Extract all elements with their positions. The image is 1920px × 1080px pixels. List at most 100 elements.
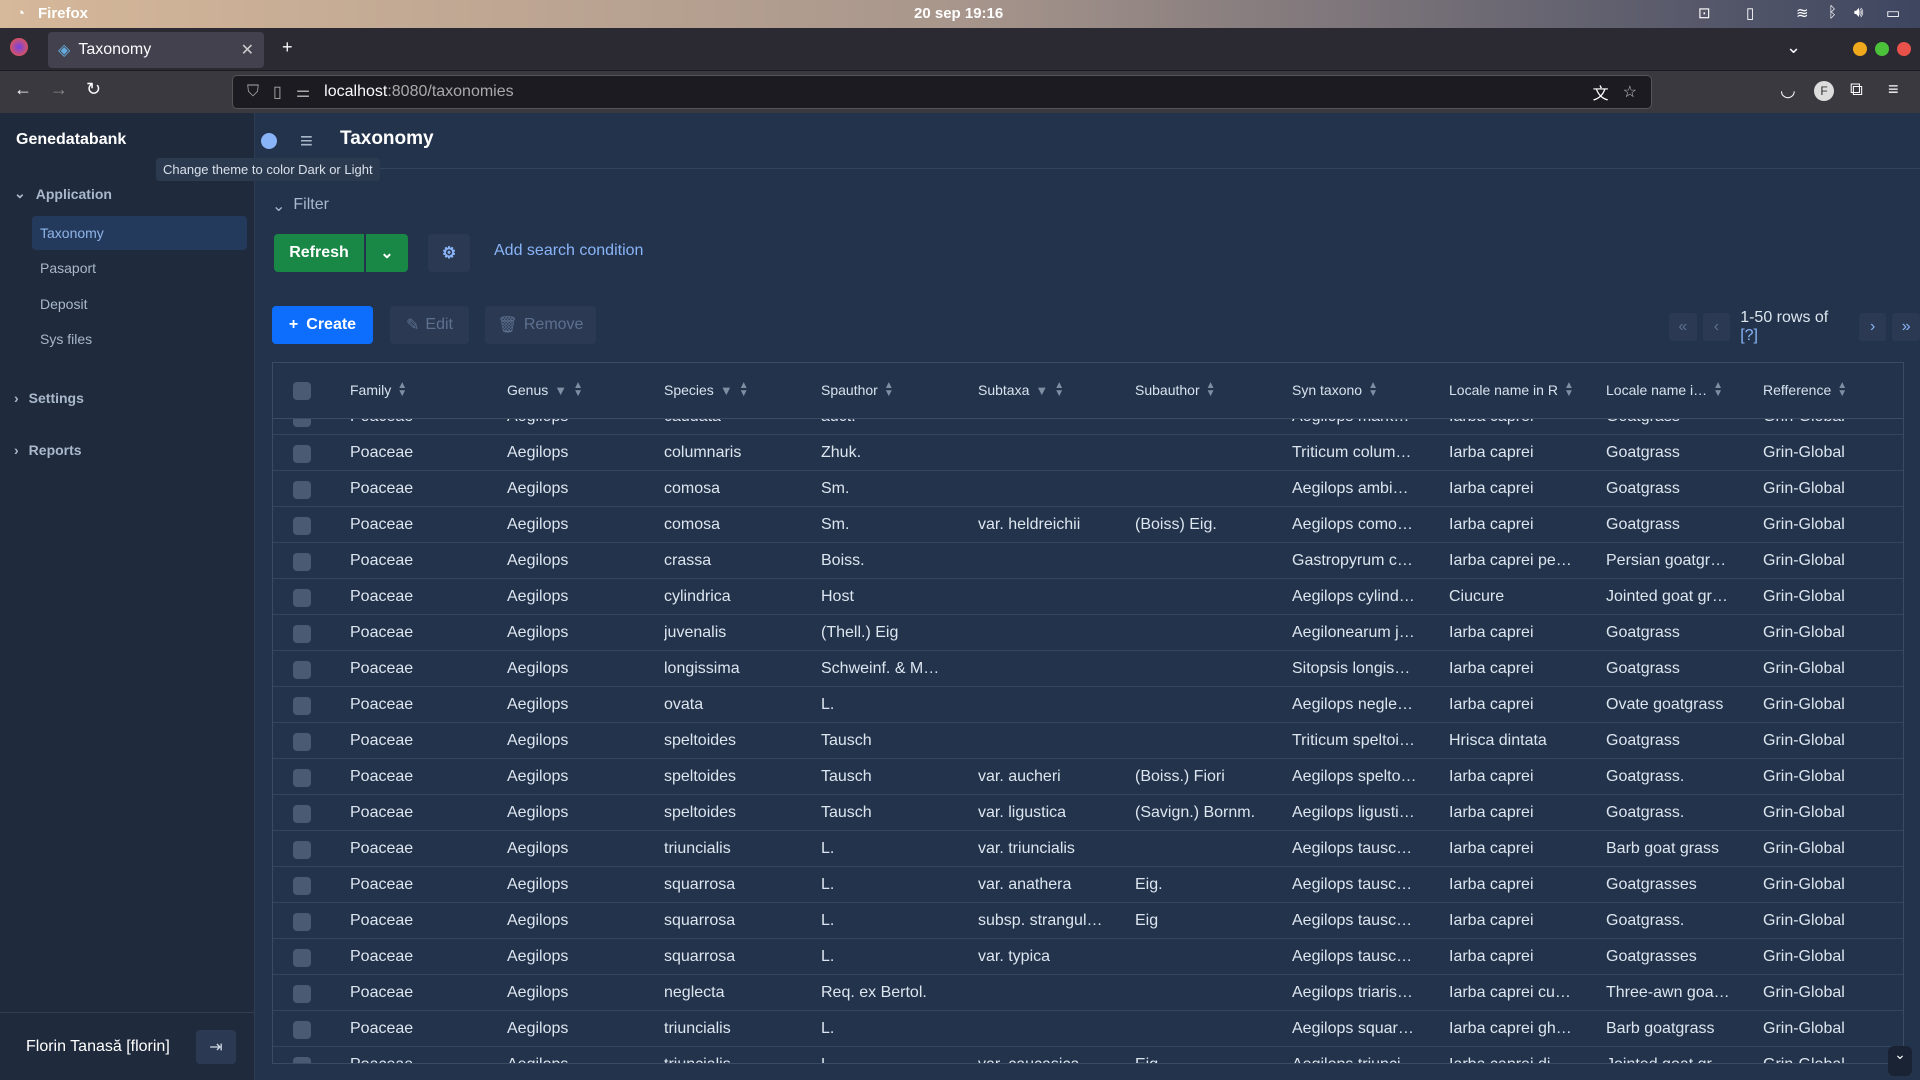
sort-icon[interactable]: ▲ ▼: [1054, 381, 1064, 399]
clipboard-icon[interactable]: ▯: [1746, 4, 1754, 22]
sort-icon[interactable]: ▲ ▼: [1837, 381, 1847, 399]
table-row[interactable]: Poaceae Aegilops speltoides Tausch var. auch…: [273, 759, 1903, 795]
row-checkbox[interactable]: [293, 697, 311, 715]
sort-icon[interactable]: ▲ ▼: [397, 381, 407, 399]
table-row[interactable]: Poaceae Aegilops squarrosa L. var. typica Aeg…: [273, 939, 1903, 975]
column-header[interactable]: Species ▼ ▲ ▼: [664, 363, 749, 417]
maximize-window-button[interactable]: [1875, 42, 1889, 56]
row-checkbox[interactable]: [293, 661, 311, 679]
filter-icon[interactable]: ▼: [720, 383, 733, 398]
row-checkbox[interactable]: [293, 913, 311, 931]
sort-icon[interactable]: ▲ ▼: [1368, 381, 1378, 399]
close-window-button[interactable]: [1897, 42, 1911, 56]
row-checkbox[interactable]: [293, 625, 311, 643]
theme-toggle-button[interactable]: [261, 133, 277, 149]
select-all-checkbox[interactable]: [293, 382, 311, 400]
sidebar-section-settings[interactable]: › Settings: [14, 390, 84, 406]
row-checkbox[interactable]: [293, 517, 311, 535]
sidebar-item-sys-files[interactable]: Sys files: [32, 322, 247, 356]
battery-icon[interactable]: ▭: [1886, 4, 1900, 22]
sort-icon[interactable]: ▲ ▼: [739, 381, 749, 399]
sidebar-item-taxonomy[interactable]: Taxonomy: [32, 216, 247, 250]
table-row[interactable]: Poaceae Aegilops squarrosa L. subsp. strangu…: [273, 903, 1903, 939]
tab-list-chevron-icon[interactable]: ⌄: [1786, 37, 1801, 58]
menu-toggle-icon[interactable]: ≡: [300, 128, 313, 154]
table-row[interactable]: Poaceae Aegilops triuncialis L. Aegilops squ…: [273, 1011, 1903, 1047]
firefox-menu-icon[interactable]: [10, 38, 28, 56]
terminal-icon[interactable]: ⊡: [1698, 4, 1711, 22]
new-tab-icon[interactable]: +: [282, 37, 293, 58]
sort-icon[interactable]: ▲ ▼: [1206, 381, 1216, 399]
column-header[interactable]: Genus ▼ ▲ ▼: [507, 363, 583, 417]
table-row[interactable]: Poaceae Aegilops cylindrica Host Aegilops cy…: [273, 579, 1903, 615]
sidebar-item-deposit[interactable]: Deposit: [32, 287, 247, 321]
bookmark-star-icon[interactable]: ☆: [1623, 82, 1637, 102]
sort-icon[interactable]: ▲ ▼: [1564, 381, 1574, 399]
shield-icon[interactable]: ⛉: [247, 83, 259, 101]
table-row[interactable]: Poaceae Aegilops squarrosa L. var. anathera E…: [273, 867, 1903, 903]
column-header[interactable]: Subtaxa ▼ ▲ ▼: [978, 363, 1064, 417]
column-header[interactable]: Syn taxono ▲ ▼: [1292, 363, 1378, 417]
row-checkbox[interactable]: [293, 733, 311, 751]
url-text[interactable]: localhost:8080/taxonomies: [324, 83, 513, 101]
settings-button[interactable]: ⚙: [428, 234, 470, 272]
row-checkbox[interactable]: [293, 589, 311, 607]
sidebar-item-pasaport[interactable]: Pasaport: [32, 251, 247, 285]
extensions-icon[interactable]: ⧉: [1850, 79, 1863, 100]
filter-icon[interactable]: ▼: [1035, 383, 1048, 398]
table-row[interactable]: Poaceae Aegilops comosa Sm. Aegilops ambi… Ia…: [273, 471, 1903, 507]
row-checkbox[interactable]: [293, 841, 311, 859]
table-row[interactable]: Poaceae Aegilops ovata L. Aegilops negle… Iar…: [273, 687, 1903, 723]
bluetooth-icon[interactable]: ᛒ: [1828, 4, 1837, 21]
permissions-icon[interactable]: ⚌: [296, 82, 310, 102]
table-row[interactable]: Poaceae Aegilops speltoides Tausch var. ligu…: [273, 795, 1903, 831]
add-search-condition-link[interactable]: Add search condition: [494, 242, 643, 260]
filter-icon[interactable]: ▼: [554, 383, 567, 398]
sort-icon[interactable]: ▲ ▼: [573, 381, 583, 399]
table-row[interactable]: Poaceae Aegilops triuncialis L. var. caucasi…: [273, 1047, 1903, 1063]
first-page-button[interactable]: «: [1669, 313, 1697, 341]
hamburger-menu-icon[interactable]: ≡: [1888, 79, 1899, 100]
sort-icon[interactable]: ▲ ▼: [884, 381, 894, 399]
sort-icon[interactable]: ▲ ▼: [1713, 381, 1723, 399]
volume-icon[interactable]: 🔊︎: [1854, 4, 1863, 21]
table-body[interactable]: Poaceae Aegilops caudata auct. Aegilops mark…: [273, 419, 1903, 1063]
edit-button[interactable]: ✎ Edit: [390, 306, 469, 344]
refresh-button[interactable]: Refresh: [274, 234, 364, 272]
table-row[interactable]: Poaceae Aegilops neglecta Req. ex Bertol. Ae…: [273, 975, 1903, 1011]
column-header[interactable]: Locale name i… ▲ ▼: [1606, 363, 1723, 417]
table-row[interactable]: Poaceae Aegilops longissima Schweinf. & M… S…: [273, 651, 1903, 687]
table-row[interactable]: Poaceae Aegilops juvenalis (Thell.) Eig Aegi…: [273, 615, 1903, 651]
row-checkbox[interactable]: [293, 445, 311, 463]
column-header[interactable]: Locale name in R ▲ ▼: [1449, 363, 1574, 417]
refresh-options-button[interactable]: ⌄: [366, 234, 408, 272]
logout-button[interactable]: ⇥: [196, 1030, 236, 1064]
table-row[interactable]: Poaceae Aegilops triuncialis L. var. triunci…: [273, 831, 1903, 867]
column-header[interactable]: Refference ▲ ▼: [1763, 363, 1847, 417]
wifi-icon[interactable]: ≋: [1796, 4, 1809, 22]
column-header[interactable]: Family ▲ ▼: [350, 363, 407, 417]
row-checkbox[interactable]: [293, 949, 311, 967]
row-checkbox[interactable]: [293, 985, 311, 1003]
page-icon[interactable]: ▯: [273, 82, 282, 102]
row-checkbox[interactable]: [293, 805, 311, 823]
url-bar[interactable]: ⛉ ▯ ⚌ localhost:8080/taxonomies 文 ☆: [232, 75, 1652, 109]
scroll-down-icon[interactable]: ⌄: [1888, 1046, 1912, 1076]
browser-tab-taxonomy[interactable]: ◈ Taxonomy ✕: [48, 32, 264, 68]
translate-icon[interactable]: 文: [1593, 80, 1609, 104]
row-checkbox[interactable]: [293, 419, 311, 427]
row-checkbox[interactable]: [293, 1057, 311, 1063]
pocket-icon[interactable]: ◡: [1780, 80, 1796, 101]
reload-icon[interactable]: ↻: [86, 79, 101, 100]
column-header[interactable]: Spauthor ▲ ▼: [821, 363, 894, 417]
filter-toggle[interactable]: ⌄ Filter: [272, 196, 329, 216]
table-row[interactable]: Poaceae Aegilops speltoides Tausch Triticum …: [273, 723, 1903, 759]
next-page-button[interactable]: ›: [1858, 313, 1887, 341]
sidebar-section-reports[interactable]: › Reports: [14, 442, 82, 458]
table-row[interactable]: Poaceae Aegilops comosa Sm. var. heldreichii…: [273, 507, 1903, 543]
account-icon[interactable]: F: [1814, 81, 1834, 101]
table-row[interactable]: Poaceae Aegilops crassa Boiss. Gastropyrum c…: [273, 543, 1903, 579]
table-row[interactable]: Poaceae Aegilops columnaris Zhuk. Triticum c…: [273, 435, 1903, 471]
row-checkbox[interactable]: [293, 553, 311, 571]
row-checkbox[interactable]: [293, 769, 311, 787]
